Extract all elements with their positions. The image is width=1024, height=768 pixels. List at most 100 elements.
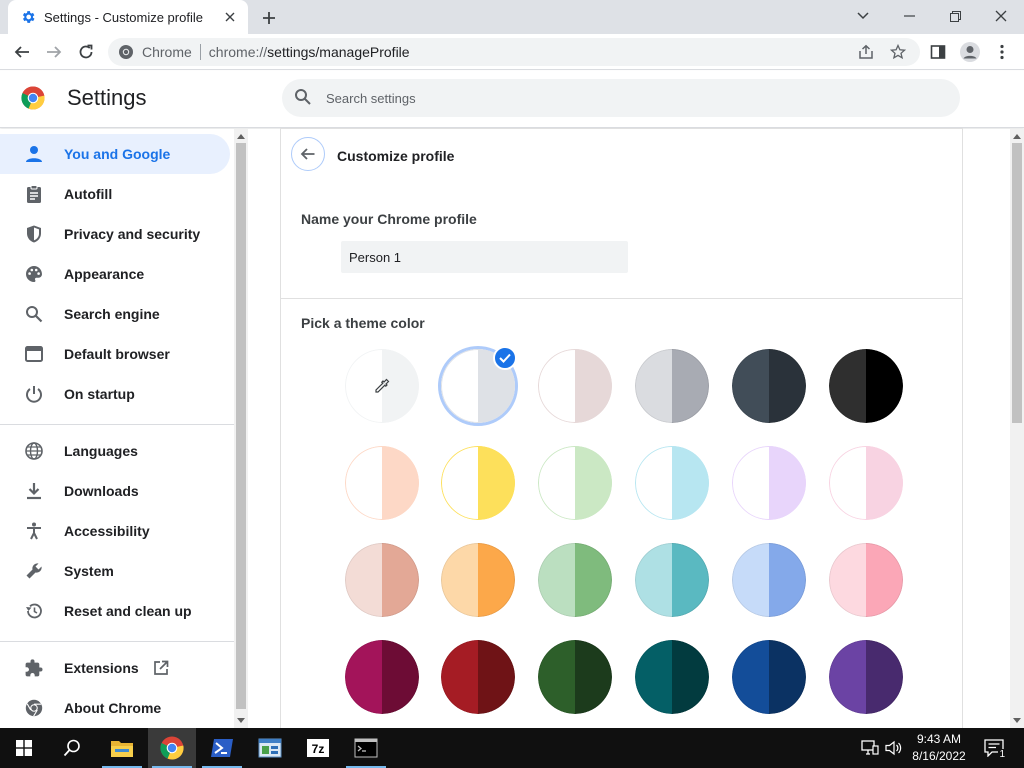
- scroll-down-arrow-icon[interactable]: [236, 715, 246, 725]
- profile-name-label: Name your Chrome profile: [301, 211, 477, 227]
- taskbar-chrome-icon[interactable]: [148, 728, 196, 768]
- theme-color-label: Pick a theme color: [301, 315, 425, 331]
- main-scrollbar[interactable]: [1010, 129, 1024, 728]
- share-icon[interactable]: [854, 40, 878, 64]
- reload-icon[interactable]: [72, 38, 100, 66]
- settings-gear-icon: [20, 9, 36, 25]
- sidebar-item-system[interactable]: System: [0, 551, 230, 591]
- notification-count: 1: [998, 749, 1006, 760]
- sidebar-item-reset-and-clean-up[interactable]: Reset and clean up: [0, 591, 230, 631]
- sidebar-item-about-chrome[interactable]: About Chrome: [0, 688, 230, 728]
- windows-taskbar: 7z 9:43 AM 8/16/2022 1: [0, 728, 1024, 768]
- back-button[interactable]: [291, 137, 325, 171]
- search-icon: [24, 304, 44, 324]
- settings-search-box[interactable]: [282, 79, 960, 117]
- url-path: settings/manageProfile: [267, 44, 410, 60]
- back-arrow-icon[interactable]: [8, 38, 36, 66]
- command-prompt-icon[interactable]: [342, 728, 390, 768]
- new-tab-button[interactable]: [258, 7, 280, 29]
- sidebar-item-label: On startup: [64, 386, 135, 402]
- more-menu-icon[interactable]: [988, 38, 1016, 66]
- search-input[interactable]: [326, 90, 926, 106]
- taskbar-clock[interactable]: 9:43 AM 8/16/2022: [904, 731, 974, 765]
- profile-name-input[interactable]: [341, 241, 628, 273]
- theme-color-swatch[interactable]: [538, 640, 612, 714]
- tab-settings[interactable]: Settings - Customize profile: [8, 0, 248, 34]
- sidebar-item-you-and-google[interactable]: You and Google: [0, 134, 230, 174]
- browser-window-icon: [24, 344, 44, 364]
- restore-window-icon[interactable]: [940, 4, 970, 28]
- scroll-down-arrow-icon[interactable]: [1012, 715, 1022, 725]
- sidebar-item-languages[interactable]: Languages: [0, 431, 230, 471]
- address-bar[interactable]: Chrome chrome://settings/manageProfile: [108, 38, 920, 66]
- main-scroll-thumb[interactable]: [1012, 143, 1022, 423]
- sidebar-item-search-engine[interactable]: Search engine: [0, 294, 230, 334]
- scroll-up-arrow-icon[interactable]: [1012, 131, 1022, 141]
- site-name: Chrome: [142, 44, 192, 60]
- chrome-logo-icon: [21, 86, 45, 110]
- theme-color-swatch[interactable]: [345, 543, 419, 617]
- sidebar-item-label: Search engine: [64, 306, 160, 322]
- theme-color-swatch[interactable]: [829, 640, 903, 714]
- sidebar-divider: [0, 641, 234, 642]
- tab-search-chevron-icon[interactable]: [848, 4, 878, 28]
- theme-color-swatch[interactable]: [829, 349, 903, 423]
- theme-color-swatch[interactable]: [635, 543, 709, 617]
- scroll-up-arrow-icon[interactable]: [236, 131, 246, 141]
- theme-color-swatch[interactable]: [538, 446, 612, 520]
- sidebar-item-downloads[interactable]: Downloads: [0, 471, 230, 511]
- theme-color-swatch[interactable]: [732, 640, 806, 714]
- network-icon[interactable]: [860, 738, 880, 758]
- theme-color-swatch[interactable]: [732, 349, 806, 423]
- sidebar-scroll-thumb[interactable]: [236, 143, 246, 709]
- custom-color-swatch[interactable]: [345, 349, 419, 423]
- volume-icon[interactable]: [884, 738, 904, 758]
- theme-color-swatch[interactable]: [441, 640, 515, 714]
- theme-color-swatch[interactable]: [441, 446, 515, 520]
- sidebar-scrollbar[interactable]: [234, 129, 248, 728]
- theme-color-swatch[interactable]: [732, 446, 806, 520]
- theme-color-swatch[interactable]: [829, 446, 903, 520]
- theme-color-swatch[interactable]: [635, 640, 709, 714]
- sidebar-item-label: Languages: [64, 443, 138, 459]
- profile-avatar-icon[interactable]: [956, 38, 984, 66]
- sidebar-item-appearance[interactable]: Appearance: [0, 254, 230, 294]
- page-title: Customize profile: [337, 148, 455, 164]
- 7zip-icon[interactable]: 7z: [294, 728, 342, 768]
- notification-center-icon[interactable]: 1: [982, 738, 1006, 760]
- side-panel-icon[interactable]: [924, 38, 952, 66]
- sidebar-item-label: System: [64, 563, 114, 579]
- close-window-icon[interactable]: [986, 4, 1016, 28]
- control-panel-icon[interactable]: [246, 728, 294, 768]
- theme-color-swatch[interactable]: [732, 543, 806, 617]
- sidebar-item-extensions[interactable]: Extensions: [0, 648, 230, 688]
- sidebar-item-accessibility[interactable]: Accessibility: [0, 511, 230, 551]
- theme-color-swatch[interactable]: [538, 349, 612, 423]
- theme-color-swatch[interactable]: [829, 543, 903, 617]
- minimize-icon[interactable]: [894, 4, 924, 28]
- theme-color-swatch[interactable]: [345, 446, 419, 520]
- forward-arrow-icon[interactable]: [40, 38, 68, 66]
- sidebar-divider: [0, 424, 234, 425]
- url-text: chrome://settings/manageProfile: [209, 44, 410, 60]
- sidebar-item-label: Accessibility: [64, 523, 150, 539]
- taskbar-search-icon[interactable]: [48, 728, 96, 768]
- theme-color-swatch[interactable]: [441, 543, 515, 617]
- theme-color-swatch[interactable]: [635, 349, 709, 423]
- start-windows-icon[interactable]: [0, 728, 48, 768]
- sidebar-item-label: You and Google: [64, 146, 171, 162]
- bookmark-star-icon[interactable]: [886, 40, 910, 64]
- theme-color-swatch[interactable]: [345, 640, 419, 714]
- sidebar-item-on-startup[interactable]: On startup: [0, 374, 230, 414]
- sidebar-item-label: Reset and clean up: [64, 603, 192, 619]
- theme-color-swatch[interactable]: [635, 446, 709, 520]
- theme-color-swatch[interactable]: [538, 543, 612, 617]
- file-explorer-icon[interactable]: [98, 728, 146, 768]
- sidebar-item-default-browser[interactable]: Default browser: [0, 334, 230, 374]
- sidebar-item-privacy-and-security[interactable]: Privacy and security: [0, 214, 230, 254]
- close-tab-icon[interactable]: [222, 9, 238, 25]
- powershell-icon[interactable]: [198, 728, 246, 768]
- chrome-icon: [24, 698, 44, 718]
- download-icon: [24, 481, 44, 501]
- sidebar-item-autofill[interactable]: Autofill: [0, 174, 230, 214]
